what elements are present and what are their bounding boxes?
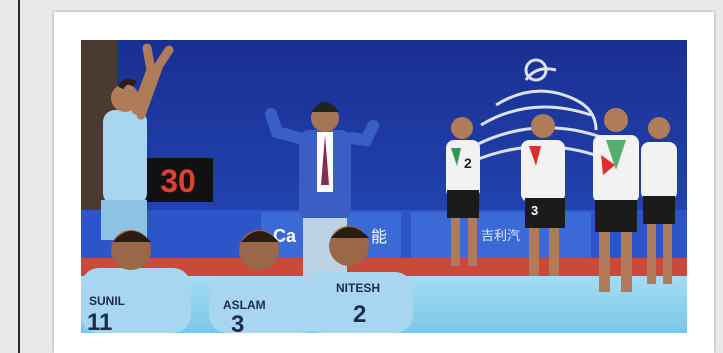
banner-text-cjk: 能 xyxy=(371,228,387,246)
jersey-number: 3 xyxy=(231,311,244,333)
jersey-name: SUNIL xyxy=(89,294,125,308)
jersey-number: 2 xyxy=(353,301,366,328)
margin-rule xyxy=(18,0,20,353)
opponent-number: 3 xyxy=(531,203,538,218)
jersey-name: ASLAM xyxy=(223,298,266,312)
jersey-name: NITESH xyxy=(336,281,380,295)
jersey-number: 11 xyxy=(87,309,112,333)
opponent-number: 2 xyxy=(464,155,472,171)
kabaddi-photo: 30 Ca 能 吉利汽 2 3 SUNIL 11 ASLAM 3 NITESH … xyxy=(81,40,687,333)
scoreboard-value: 30 xyxy=(160,163,196,199)
banner-text-right: 吉利汽 xyxy=(481,228,520,243)
